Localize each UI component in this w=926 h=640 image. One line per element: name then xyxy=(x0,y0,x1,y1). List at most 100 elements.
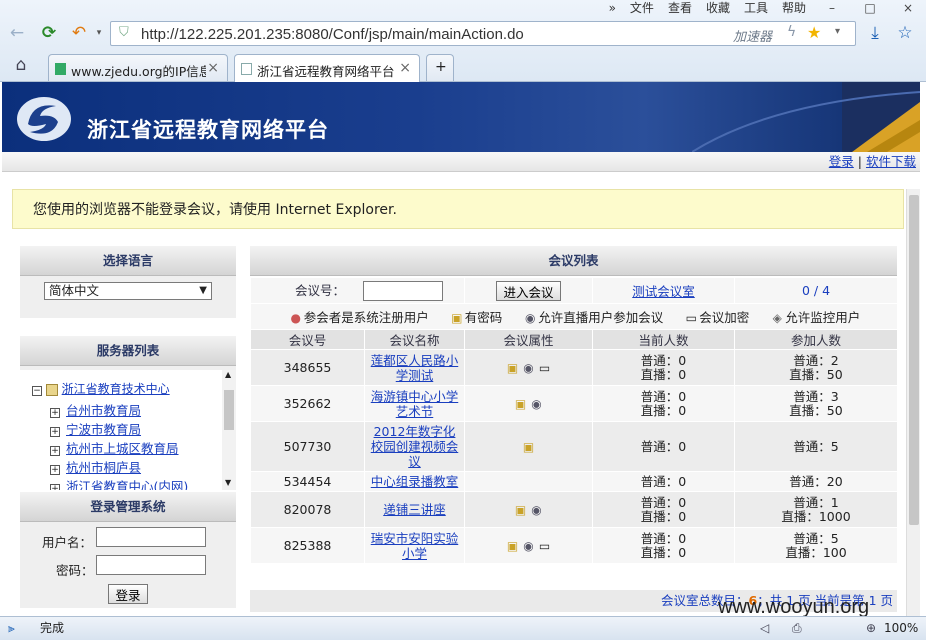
print-icon[interactable]: ⎙ xyxy=(792,617,802,639)
new-tab-button[interactable]: + xyxy=(426,54,454,81)
tree-item[interactable]: + 宁波市教育局 xyxy=(50,419,188,438)
expand-icon[interactable]: + xyxy=(50,465,60,475)
menu-bar: » 文件 查看 收藏 工具 帮助 – □ × xyxy=(609,0,926,16)
meeting-name-link[interactable]: 递铺三讲座 xyxy=(383,502,446,517)
menu-help[interactable]: 帮助 xyxy=(782,0,806,16)
menu-view[interactable]: 查看 xyxy=(668,0,692,16)
login-link[interactable]: 登录 xyxy=(829,154,854,169)
menu-favorites[interactable]: 收藏 xyxy=(706,0,730,16)
tree-scroll-thumb[interactable] xyxy=(224,390,234,430)
expand-icon[interactable]: + xyxy=(50,427,60,437)
address-bar[interactable]: ⛉ http://122.225.201.235:8080/Conf/jsp/m… xyxy=(110,21,856,46)
meeting-name-link[interactable]: 2012年数字化校园创建视频会议 xyxy=(371,424,459,469)
tree-root[interactable]: − 浙江省教育技术中心 xyxy=(32,380,170,397)
tree-item-label[interactable]: 台州市教育局 xyxy=(66,403,141,418)
col-attrs: 会议属性 xyxy=(464,329,593,350)
tree-item[interactable]: + 台州市教育局 xyxy=(50,400,188,419)
tree-item[interactable]: + 杭州市桐庐县 xyxy=(50,457,188,476)
zoom-level[interactable]: 100% xyxy=(884,617,918,639)
legend-monitor: 允许监控用户 xyxy=(785,310,861,325)
meeting-name-link[interactable]: 瑞安市安阳实验小学 xyxy=(371,531,459,561)
language-select[interactable]: 简体中文 ▼ xyxy=(44,282,212,300)
tree-item-label[interactable]: 杭州市桐庐县 xyxy=(66,460,141,475)
accelerator-label[interactable]: 加速器 xyxy=(733,26,772,45)
back-icon[interactable]: ← xyxy=(6,22,28,44)
tree-item-label[interactable]: 杭州市上城区教育局 xyxy=(66,441,179,456)
url-text[interactable]: http://122.225.201.235:8080/Conf/jsp/mai… xyxy=(141,26,524,43)
zoom-icon[interactable]: ⊕ xyxy=(866,617,876,639)
close-window-icon[interactable]: × xyxy=(896,0,920,16)
expand-icon[interactable]: + xyxy=(50,408,60,418)
close-icon[interactable]: × xyxy=(399,60,411,76)
tree-item-label[interactable]: 浙江省教育中心(内网) xyxy=(66,479,188,490)
meeting-attrs: ▣ ◉ ▭ xyxy=(464,527,593,564)
star-icon[interactable]: ★ xyxy=(807,23,821,42)
joined-live: 直播：1000 xyxy=(781,508,851,524)
lock-icon: ▣ xyxy=(506,361,519,375)
home-icon[interactable]: ⌂ xyxy=(10,54,32,76)
undo-icon[interactable]: ↶ xyxy=(68,22,90,44)
tree-item[interactable]: + 浙江省教育中心(内网) xyxy=(50,476,188,490)
broadcast-icon: ◉ xyxy=(531,397,542,411)
current-count: 普通：0 直播：0 xyxy=(592,349,735,386)
expand-icon[interactable]: + xyxy=(50,484,60,490)
meeting-id-input[interactable] xyxy=(363,281,443,302)
site-header: 浙江省远程教育网络平台 xyxy=(2,82,920,152)
menu-tools[interactable]: 工具 xyxy=(744,0,768,16)
enter-meeting-button[interactable]: 进入会议 xyxy=(496,280,561,301)
lock-icon: ▣ xyxy=(514,503,527,517)
current-count: 普通：0 直播：0 xyxy=(592,527,735,564)
username-input[interactable] xyxy=(96,527,206,547)
current-live: 直播：0 xyxy=(640,544,687,560)
meeting-name-link[interactable]: 莲都区人民路小学测试 xyxy=(371,353,459,383)
tab-platform[interactable]: 浙江省远程教育网络平台 × xyxy=(234,54,420,82)
lock-icon: ▣ xyxy=(506,539,519,553)
table-row: 352662 海游镇中心小学艺术节 ▣ ◉ 普通：0 直播：0 普通：3 直播：50 xyxy=(250,385,898,422)
test-room-link[interactable]: 测试会议室 xyxy=(632,284,695,299)
meeting-panel-title: 会议列表 xyxy=(250,246,897,276)
tree-item-label[interactable]: 宁波市教育局 xyxy=(66,422,141,437)
meeting-name-link[interactable]: 海游镇中心小学艺术节 xyxy=(371,389,459,419)
chevron-down-icon[interactable]: ▾ xyxy=(835,26,840,37)
chevron-down-icon[interactable]: ▾ xyxy=(88,22,110,44)
current-live: 直播：0 xyxy=(640,402,687,418)
current-normal: 普通：0 xyxy=(640,473,687,489)
navigation-row: ← ⟳ ↶ ▾ ⛉ http://122.225.201.235:8080/Co… xyxy=(0,18,926,48)
registered-user-icon: ● xyxy=(290,311,301,325)
meeting-attrs: ▣ ◉ xyxy=(464,385,593,422)
lightning-icon[interactable]: ϟ xyxy=(787,24,796,40)
favorites-star-icon[interactable]: ☆ xyxy=(894,22,916,44)
page-scrollbar[interactable] xyxy=(906,189,920,616)
tab-ip-info[interactable]: www.zjedu.org的IP信息 × xyxy=(48,54,228,81)
current-live: 直播：0 xyxy=(640,366,687,382)
current-count: 普通：0 xyxy=(592,421,735,472)
joined-live: 直播：50 xyxy=(789,402,843,418)
table-row: 820078 递铺三讲座 ▣ ◉ 普通：0 直播：0 普通：1 直播：1000 xyxy=(250,491,898,528)
server-tree: − 浙江省教育技术中心 + 台州市教育局 + 宁波市教育局 + 杭州市上城区教育局 + 杭州市… xyxy=(20,370,236,490)
login-button[interactable]: 登录 xyxy=(108,584,148,604)
collapse-icon[interactable]: − xyxy=(32,386,42,396)
software-download-link[interactable]: 软件下载 xyxy=(866,154,916,169)
scroll-down-icon[interactable]: ▼ xyxy=(225,478,231,487)
scrollbar-thumb[interactable] xyxy=(909,195,919,525)
menu-more-icon[interactable]: » xyxy=(609,0,616,16)
meeting-name-link[interactable]: 中心组录播教室 xyxy=(371,474,459,489)
tree-root-label[interactable]: 浙江省教育技术中心 xyxy=(62,382,170,396)
legend-encrypted: 会议加密 xyxy=(699,310,750,325)
tree-scrollbar[interactable]: ▲ ▼ xyxy=(222,370,236,490)
speaker-icon[interactable]: ◁ xyxy=(760,617,769,639)
meeting-id-cell: 会议号： xyxy=(250,277,465,304)
close-icon[interactable]: × xyxy=(207,60,219,76)
minimize-icon[interactable]: – xyxy=(820,0,844,16)
meeting-attrs: ▣ ◉ xyxy=(464,491,593,528)
maximize-icon[interactable]: □ xyxy=(858,0,882,16)
meeting-id-label: 会议号： xyxy=(295,282,346,298)
expand-icon[interactable]: + xyxy=(50,446,60,456)
menu-file[interactable]: 文件 xyxy=(630,0,654,16)
legend-registered: 参会者是系统注册用户 xyxy=(303,310,429,325)
refresh-icon[interactable]: ⟳ xyxy=(38,22,60,44)
tree-item[interactable]: + 杭州市上城区教育局 xyxy=(50,438,188,457)
download-icon[interactable]: ⤓ xyxy=(864,22,886,44)
scroll-up-icon[interactable]: ▲ xyxy=(225,370,231,379)
password-input[interactable] xyxy=(96,555,206,575)
